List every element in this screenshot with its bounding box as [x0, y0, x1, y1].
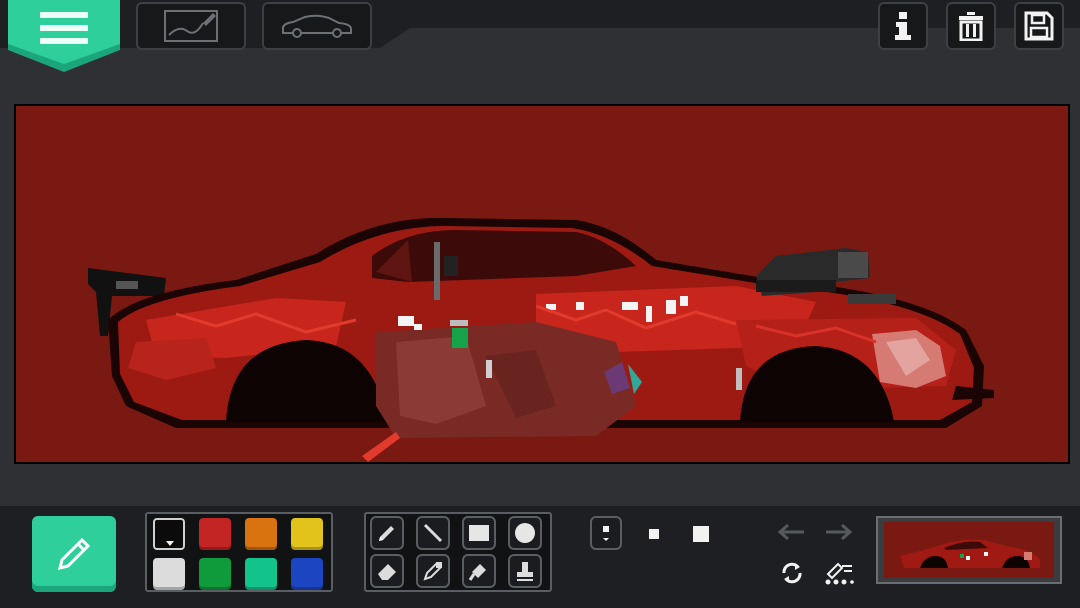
- pencil-icon: [57, 537, 91, 571]
- sketch-image-icon: [164, 10, 218, 42]
- tool-pencil[interactable]: [370, 516, 404, 550]
- tab-car[interactable]: [262, 2, 372, 50]
- brush-size-small-icon: [603, 526, 609, 541]
- car-preview-thumbnail: [900, 539, 1040, 568]
- layers-icon: [825, 562, 854, 585]
- color-swatch[interactable]: [291, 518, 323, 550]
- hamburger-icon: [8, 0, 120, 72]
- redo-button[interactable]: [822, 520, 854, 546]
- stamp-icon: [517, 562, 533, 581]
- tool-stamp[interactable]: [508, 554, 542, 588]
- info-button[interactable]: [878, 2, 928, 50]
- selected-swatch-indicator: [166, 541, 174, 546]
- livery-editor-screen: [0, 0, 1080, 608]
- save-button[interactable]: [1014, 2, 1064, 50]
- eraser-icon: [378, 564, 396, 580]
- color-swatch[interactable]: [153, 558, 185, 590]
- eyedropper-icon: [423, 562, 442, 581]
- tool-rectangle[interactable]: [462, 516, 496, 550]
- undo-button[interactable]: [776, 520, 808, 546]
- tool-eyedropper[interactable]: [416, 554, 450, 588]
- brush-size-medium[interactable]: [640, 522, 668, 546]
- color-swatch[interactable]: [199, 558, 231, 590]
- circle-icon: [515, 523, 535, 543]
- car-outline-icon: [282, 14, 352, 38]
- brush-size-medium-icon: [649, 529, 659, 539]
- car-livery-artwork: [88, 217, 994, 462]
- drawing-canvas[interactable]: [16, 106, 1068, 462]
- draw-mode-button[interactable]: [32, 516, 116, 592]
- tool-panel: [364, 512, 552, 592]
- brush-size-large[interactable]: [686, 520, 716, 548]
- tool-eraser[interactable]: [370, 554, 404, 588]
- pencil-icon: [379, 526, 394, 541]
- trash-icon: [959, 12, 983, 41]
- undo-icon: [778, 523, 804, 541]
- delete-button[interactable]: [946, 2, 996, 50]
- line-icon: [423, 523, 443, 543]
- drawing-canvas-frame: [14, 104, 1070, 464]
- refresh-button[interactable]: [776, 558, 808, 588]
- refresh-icon: [782, 562, 802, 584]
- menu-button[interactable]: [8, 0, 120, 72]
- fill-bucket-icon: [468, 564, 486, 581]
- tool-line[interactable]: [416, 516, 450, 550]
- brush-size-small[interactable]: [590, 516, 622, 550]
- color-swatch[interactable]: [245, 518, 277, 550]
- canvas-preview[interactable]: [876, 516, 1062, 584]
- tool-fill[interactable]: [462, 554, 496, 588]
- info-icon: [895, 12, 911, 40]
- canvas-preview-thumbnail: [884, 522, 1054, 578]
- color-swatch[interactable]: [291, 558, 323, 590]
- brush-size-large-icon: [693, 526, 709, 542]
- tool-circle[interactable]: [508, 516, 542, 550]
- color-palette: [145, 512, 333, 592]
- redo-icon: [826, 523, 852, 541]
- save-icon: [1024, 11, 1054, 41]
- rectangle-icon: [469, 525, 489, 541]
- layers-button[interactable]: [822, 558, 856, 588]
- color-swatch[interactable]: [199, 518, 231, 550]
- tab-paint[interactable]: [136, 2, 246, 50]
- color-swatch[interactable]: [245, 558, 277, 590]
- color-swatch[interactable]: [153, 518, 185, 550]
